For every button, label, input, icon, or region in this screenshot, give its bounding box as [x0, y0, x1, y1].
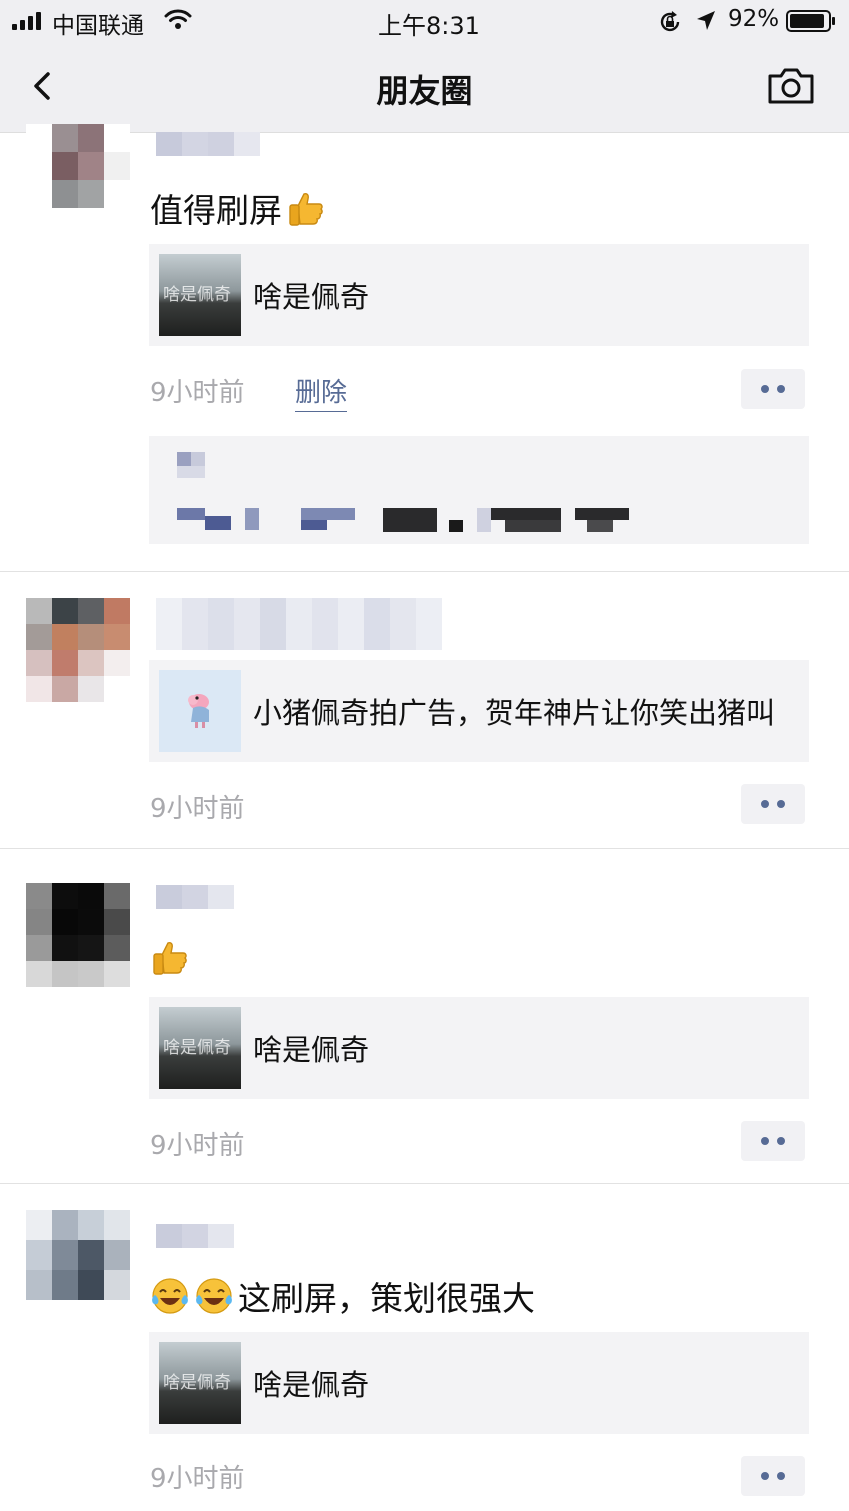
post-time: 9小时前 — [150, 378, 245, 408]
link-thumbnail — [159, 670, 241, 752]
thumbs-up-icon — [153, 942, 187, 975]
location-icon — [697, 11, 715, 30]
username-blurred[interactable] — [156, 885, 234, 909]
comments-blurred — [149, 436, 809, 544]
link-thumbnail: 啥是佩奇 — [159, 254, 241, 336]
link-card[interactable]: 小猪佩奇拍广告，贺年神片让你笑出猪叫 — [149, 660, 809, 762]
delete-button[interactable]: 删除 — [295, 372, 348, 412]
link-card[interactable]: 啥是佩奇 啥是佩奇 — [149, 1332, 809, 1434]
tears-of-joy-icon — [196, 1278, 232, 1314]
nav-bar: 朋友圈 — [0, 44, 849, 133]
wifi-icon — [164, 9, 192, 29]
avatar[interactable] — [26, 1210, 130, 1300]
moment-post: 啥是佩奇 啥是佩奇 9小时前 — [0, 849, 849, 1183]
avatar[interactable] — [26, 883, 130, 987]
more-actions-button[interactable] — [741, 1121, 805, 1161]
dot-icon — [761, 385, 769, 393]
post-time: 9小时前 — [150, 1464, 245, 1494]
moment-post: 小猪佩奇拍广告，贺年神片让你笑出猪叫 9小时前 — [0, 572, 849, 848]
more-actions-button[interactable] — [741, 1456, 805, 1496]
username-blurred[interactable] — [156, 132, 260, 156]
thumbnail-caption: 啥是佩奇 — [163, 1373, 231, 1393]
link-title: 啥是佩奇 — [253, 1368, 370, 1402]
avatar[interactable] — [26, 124, 130, 208]
dot-icon — [777, 385, 785, 393]
page-title: 朋友圈 — [376, 72, 473, 110]
moment-post: 值得刷屏 啥是佩奇 啥是佩奇 9小时前 删除 — [0, 124, 849, 572]
dot-icon — [777, 1137, 785, 1145]
dot-icon — [761, 1472, 769, 1480]
post-time: 9小时前 — [150, 794, 245, 824]
signal-icon — [12, 12, 46, 30]
link-card[interactable]: 啥是佩奇 啥是佩奇 — [149, 997, 809, 1099]
post-time: 9小时前 — [150, 1131, 245, 1161]
link-card[interactable]: 啥是佩奇 啥是佩奇 — [149, 244, 809, 346]
carrier-label: 中国联通 — [52, 13, 144, 39]
dot-icon — [777, 800, 785, 808]
link-title: 啥是佩奇 — [253, 1033, 370, 1067]
username-blurred[interactable] — [156, 1224, 234, 1248]
moment-post: 这刷屏，策划很强大 啥是佩奇 啥是佩奇 9小时前 — [0, 1184, 849, 1511]
link-thumbnail: 啥是佩奇 — [159, 1342, 241, 1424]
link-thumbnail: 啥是佩奇 — [159, 1007, 241, 1089]
post-text: 这刷屏，策划很强大 — [150, 1272, 535, 1320]
battery-percent: 92% — [728, 6, 780, 32]
username-blurred[interactable] — [156, 598, 442, 650]
camera-icon[interactable] — [766, 66, 816, 106]
post-text — [150, 937, 194, 977]
tears-of-joy-icon — [152, 1278, 188, 1314]
thumbnail-caption: 啥是佩奇 — [163, 1038, 231, 1058]
dot-icon — [761, 800, 769, 808]
dot-icon — [761, 1137, 769, 1145]
thumbs-up-icon — [289, 193, 323, 226]
more-actions-button[interactable] — [741, 369, 805, 409]
orientation-lock-icon — [660, 11, 680, 32]
clock: 上午8:31 — [378, 12, 480, 40]
post-text: 值得刷屏 — [150, 184, 330, 232]
more-actions-button[interactable] — [741, 784, 805, 824]
link-title: 小猪佩奇拍广告，贺年神片让你笑出猪叫 — [253, 696, 776, 730]
peppa-pig-icon — [188, 694, 209, 728]
dot-icon — [777, 1472, 785, 1480]
avatar[interactable] — [26, 598, 130, 702]
status-bar: 中国联通 上午8:31 92% — [0, 0, 849, 44]
battery-icon — [786, 10, 835, 32]
thumbnail-caption: 啥是佩奇 — [163, 285, 231, 305]
link-title: 啥是佩奇 — [253, 280, 370, 314]
